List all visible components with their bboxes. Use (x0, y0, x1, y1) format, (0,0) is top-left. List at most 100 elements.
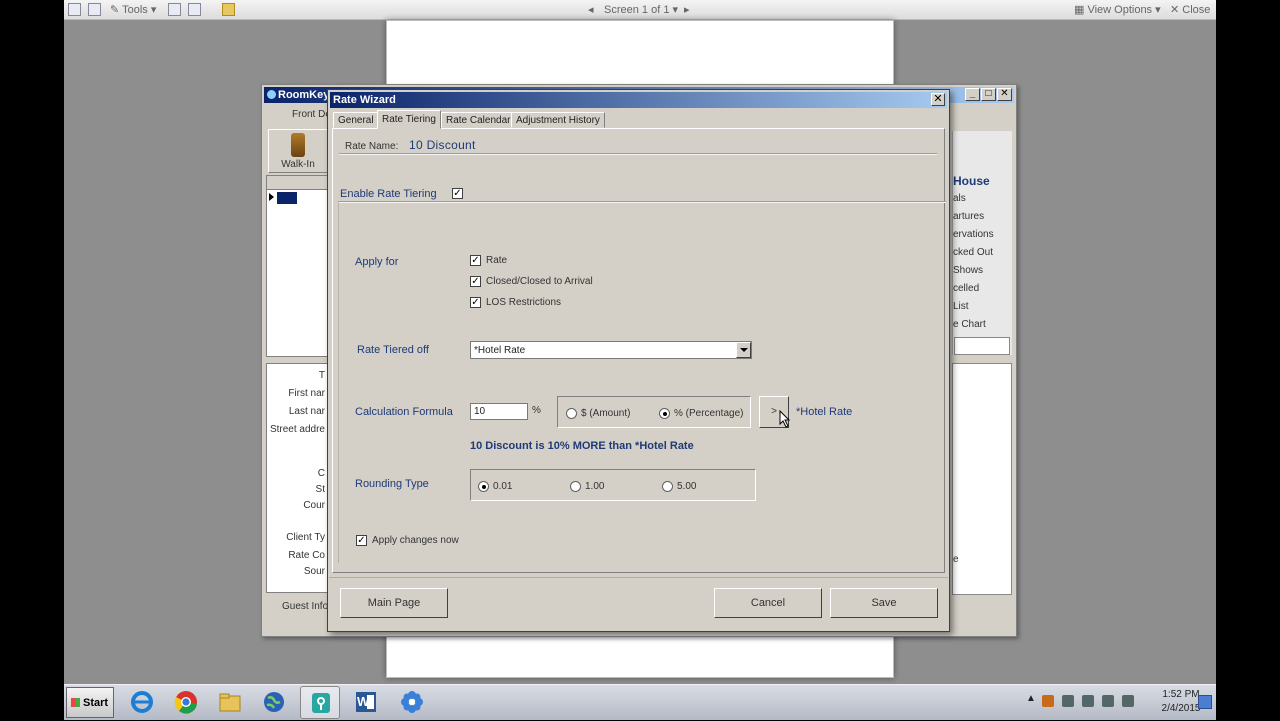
viewer-toolbar: ✎ Tools ▾ ◂ Screen 1 of 1 ▾ ▸ ▦ View Opt… (64, 0, 1216, 20)
rate-tiering-panel: Rate Name: 10 Discount Enable Rate Tieri… (332, 128, 946, 573)
tab-front-desk[interactable]: Front De (292, 109, 331, 120)
apply-rate-checkbox[interactable]: ✓ (470, 255, 481, 266)
tab-rate-tiering[interactable]: Rate Tiering (377, 110, 441, 129)
app-tray-icon[interactable] (1042, 695, 1054, 707)
calc-value-input[interactable]: 10 (470, 403, 528, 420)
network-icon[interactable] (1102, 695, 1114, 707)
rate-name-value: 10 Discount (409, 138, 476, 152)
screen-selector[interactable]: Screen 1 of 1 ▾ (604, 3, 678, 16)
tab-rate-calendar[interactable]: Rate Calendar (441, 112, 516, 128)
walk-in-person-icon (291, 133, 305, 157)
close-icon: ✕ (1170, 4, 1180, 16)
tab-guest-info[interactable]: Guest Info (282, 601, 328, 612)
flag-icon[interactable] (1082, 695, 1094, 707)
tools-menu[interactable]: ✎ Tools ▾ (110, 3, 156, 16)
keyboard-icon[interactable] (1062, 695, 1074, 707)
in-house-item[interactable]: als (953, 193, 966, 204)
close-window-button[interactable]: ✕ (997, 88, 1012, 101)
apply-los-checkbox[interactable]: ✓ (470, 297, 481, 308)
highlighter-icon[interactable] (188, 3, 201, 16)
form-label: Rate Co (288, 550, 325, 561)
tab-adjustment-history[interactable]: Adjustment History (511, 112, 605, 128)
in-house-item[interactable]: Shows (953, 265, 983, 276)
rounding-500-radio[interactable] (662, 481, 673, 492)
amount-radio[interactable] (566, 408, 577, 419)
in-house-item[interactable]: e Chart (953, 319, 986, 330)
roomkey-icon (312, 693, 330, 713)
rate-wizard-titlebar[interactable]: Rate Wizard ✕ (330, 92, 947, 108)
selected-grid-cell[interactable] (277, 192, 297, 204)
tab-general[interactable]: General (333, 112, 379, 128)
rate-tiered-off-select[interactable]: *Hotel Rate (470, 341, 752, 359)
in-house-item[interactable]: celled (953, 283, 979, 294)
chrome-icon (174, 691, 197, 714)
rounding-100-radio[interactable] (570, 481, 581, 492)
apply-now-checkbox[interactable]: ✓ (356, 535, 367, 546)
minimize-button[interactable]: _ (965, 88, 980, 101)
calc-formula-label: Calculation Formula (355, 406, 453, 418)
percentage-radio[interactable] (659, 408, 670, 419)
rounding-001-radio[interactable] (478, 481, 489, 492)
form-label: Last nar (288, 406, 325, 417)
enable-tiering-label: Enable Rate Tiering (340, 188, 437, 200)
calc-type-group: $ (Amount) % (Percentage) (557, 396, 751, 428)
roomkey-taskbar-button[interactable] (300, 686, 340, 719)
word-letter: W (357, 694, 370, 709)
roomkey-title: RoomKey (278, 89, 330, 101)
internet-explorer-button[interactable] (122, 686, 162, 719)
word-button[interactable]: W (346, 686, 386, 719)
save-button[interactable]: Save (830, 588, 938, 618)
folder-icon[interactable] (222, 3, 235, 16)
rate-wizard-dialog: Rate Wizard ✕ General Rate Tiering Rate … (327, 89, 950, 632)
maximize-button[interactable]: □ (981, 88, 996, 101)
file-explorer-icon (219, 693, 241, 712)
cancel-button[interactable]: Cancel (714, 588, 822, 618)
apply-rate-label: Rate (486, 255, 508, 266)
dialog-close-button[interactable]: ✕ (931, 93, 945, 106)
screen-prev-icon[interactable]: ◂ (588, 3, 594, 16)
show-desktop-icon[interactable] (1198, 695, 1212, 709)
rounding-100-label: 1.00 (585, 481, 605, 492)
view-options-label: View Options (1087, 4, 1153, 16)
start-button[interactable]: Start (66, 687, 114, 718)
form-label: Client Ty (286, 532, 325, 543)
users-icon[interactable] (168, 3, 181, 16)
apply-closed-label: Closed/Closed to Arrival (486, 276, 593, 287)
view-options-menu[interactable]: ▦ View Options ▾ (1074, 3, 1161, 16)
guest-form: T First nar Last nar Street addre C St C… (266, 363, 328, 593)
chrome-button[interactable] (166, 686, 206, 719)
volume-icon[interactable] (1122, 695, 1134, 707)
globe-icon (264, 692, 284, 712)
form-label: First nar (288, 388, 325, 399)
grid-header (267, 176, 327, 190)
in-house-search-input[interactable] (954, 337, 1010, 355)
calc-unit-label: % (532, 405, 541, 416)
enable-tiering-checkbox[interactable]: ✓ (452, 188, 463, 199)
apply-for-label: Apply for (355, 256, 399, 268)
in-house-item[interactable]: cked Out (953, 247, 993, 258)
main-page-button[interactable]: Main Page (340, 588, 448, 618)
globe-app-button[interactable] (254, 686, 294, 719)
form-label: Cour (303, 500, 325, 511)
in-house-item[interactable]: ervations (953, 229, 994, 240)
rounding-500-label: 5.00 (677, 481, 697, 492)
apply-closed-checkbox[interactable]: ✓ (470, 276, 481, 287)
print-preview-icon[interactable] (88, 3, 101, 16)
walk-in-button[interactable]: Walk-In (268, 129, 328, 173)
screen-next-icon[interactable]: ▸ (684, 3, 690, 16)
mouse-cursor-icon (779, 410, 791, 428)
file-explorer-button[interactable] (210, 686, 250, 719)
in-house-item[interactable]: List (953, 301, 969, 312)
close-viewer-button[interactable]: ✕ Close (1170, 3, 1210, 16)
chevron-up-icon[interactable]: ▲ (1026, 693, 1036, 704)
form-label: Sour (303, 566, 325, 577)
chevron-down-icon[interactable] (736, 342, 751, 358)
internet-explorer-icon (131, 691, 153, 713)
screen-label: Screen 1 of 1 (604, 4, 670, 16)
save-icon[interactable] (68, 3, 81, 16)
tools-label: Tools (122, 4, 148, 16)
flower-app-button[interactable] (392, 686, 432, 719)
in-house-item[interactable]: artures (953, 211, 984, 222)
in-house-panel: House als artures ervations cked Out Sho… (952, 131, 1012, 355)
reservation-grid[interactable] (266, 175, 328, 357)
